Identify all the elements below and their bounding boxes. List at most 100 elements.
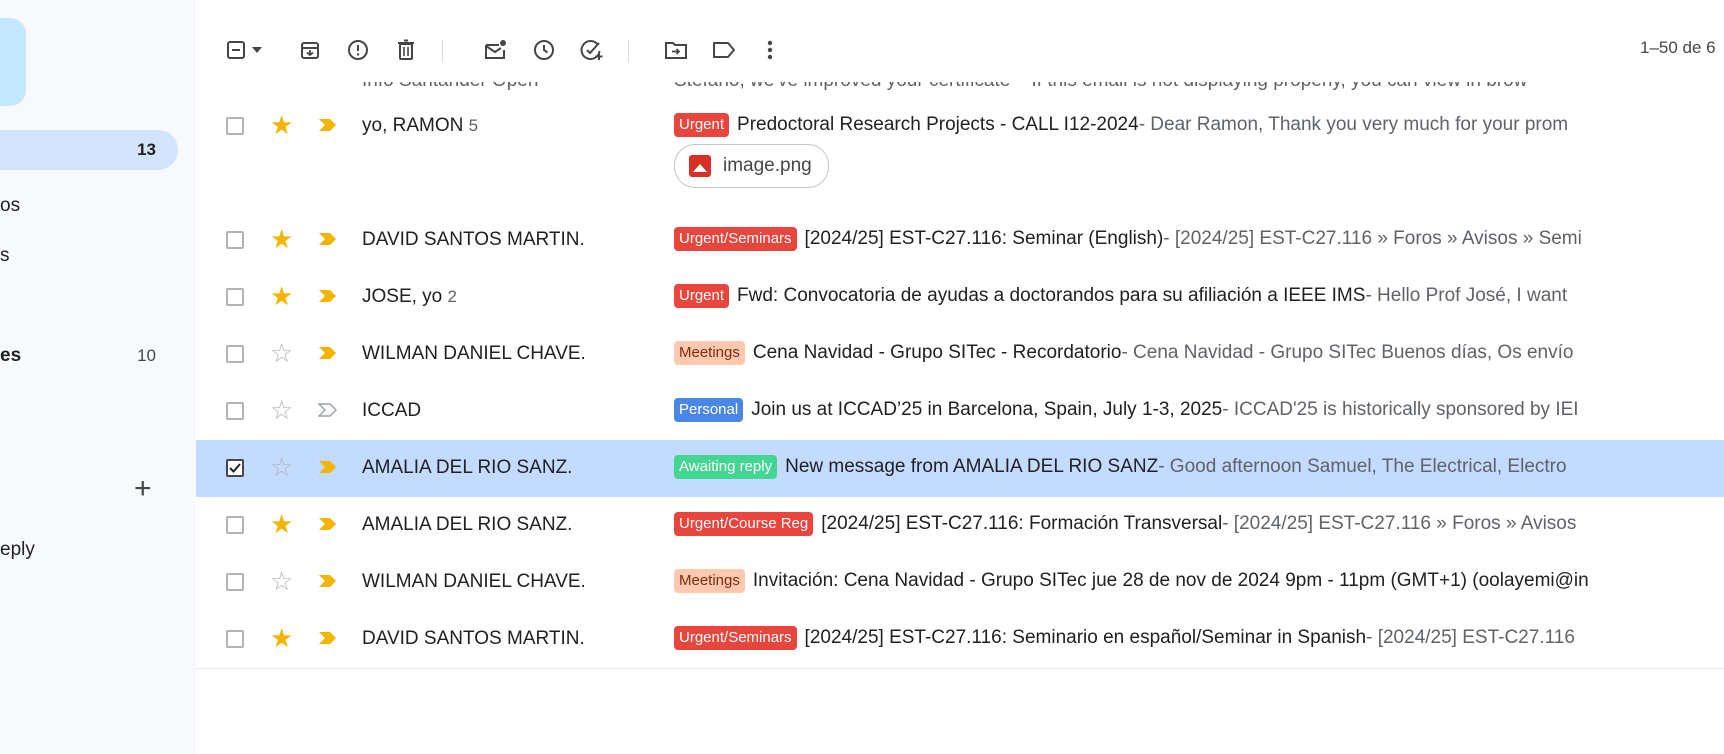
select-checkbox-icon[interactable] [222, 36, 250, 64]
label-chip[interactable]: Urgent/Seminars [674, 626, 797, 650]
sender-name: WILMAN DANIEL CHAVE. [362, 343, 586, 365]
row-checkbox[interactable] [226, 402, 244, 420]
report-spam-icon[interactable] [344, 36, 372, 64]
not-important-marker-icon[interactable] [317, 402, 338, 420]
table-row-partial[interactable]: Info Santander Open Stefano, we've impro… [196, 82, 1724, 99]
row-checkbox[interactable] [226, 630, 244, 648]
email-line: Urgent/Course Reg [2024/25] EST-C27.116: … [674, 512, 1576, 536]
label-chip[interactable]: Personal [674, 398, 744, 422]
sidebar-item-label: s [0, 245, 10, 266]
sidebar-item-drafts[interactable]: es 10 [0, 336, 178, 376]
sender-name: Info Santander Open [362, 82, 538, 92]
sender-name: DAVID SANTOS MARTIN. [362, 229, 585, 251]
important-marker-icon[interactable] [318, 630, 338, 648]
row-checkbox[interactable] [226, 117, 244, 135]
attachment-chip[interactable]: image.png [674, 144, 829, 188]
row-checkbox[interactable] [226, 288, 244, 306]
table-row[interactable]: ★ DAVID SANTOS MARTIN. Urgent/Seminars [202… [196, 611, 1724, 669]
star-filled-icon[interactable]: ★ [270, 112, 293, 138]
table-row[interactable]: ☆ WILMAN DANIEL CHAVE. Meetings Invitación:… [196, 554, 1724, 612]
mark-unread-icon[interactable] [482, 36, 510, 64]
email-snippet: - [2024/25] EST-C27.116 » Foros » Avisos [1222, 513, 1577, 534]
label-chip[interactable]: Urgent [674, 113, 730, 137]
toolbar: 1–50 de 6 [196, 18, 1724, 82]
important-marker-icon[interactable] [318, 231, 338, 249]
star-filled-icon[interactable]: ★ [270, 226, 293, 252]
sidebar-item-inbox[interactable]: 13 [0, 130, 178, 170]
important-marker-icon[interactable] [318, 459, 338, 477]
toolbar-divider [442, 40, 443, 62]
more-vert-icon[interactable] [756, 36, 784, 64]
email-subject: Cena Navidad - Grupo SITec - Recordatori… [752, 342, 1122, 363]
email-snippet: - Cena Navidad - Grupo SITec Buenos días… [1121, 342, 1574, 363]
email-line: Urgent/Seminars [2024/25] EST-C27.116: Se… [674, 626, 1575, 650]
email-subject: Join us at ICCAD’25 in Barcelona, Spain,… [751, 399, 1223, 420]
snooze-icon[interactable] [530, 36, 558, 64]
sender-label: DAVID SANTOS MARTIN. [362, 229, 585, 250]
star-outline-icon[interactable]: ☆ [270, 454, 293, 480]
star-outline-icon[interactable]: ☆ [270, 340, 293, 366]
label-chip[interactable]: Awaiting reply [674, 455, 778, 479]
sender-name: JOSE, yo 2 [362, 286, 457, 308]
thread-count: 2 [447, 287, 457, 306]
toolbar-divider [628, 40, 629, 62]
important-marker-icon[interactable] [318, 573, 338, 591]
sender-name: AMALIA DEL RIO SANZ. [362, 514, 572, 536]
sidebar-item-awaiting-reply[interactable]: eply [0, 530, 178, 570]
delete-icon[interactable] [392, 36, 420, 64]
row-checkbox[interactable] [226, 231, 244, 249]
email-subject: Invitación: Cena Navidad - Grupo SITec j… [752, 570, 1589, 591]
table-row[interactable]: ★ yo, RAMON 5 Urgent Predoctoral Research P… [196, 98, 1724, 213]
table-row[interactable]: ☆ WILMAN DANIEL CHAVE. Meetings Cena Navida… [196, 326, 1724, 384]
email-snippet: - [2024/25] EST-C27.116 [1366, 627, 1575, 648]
move-to-icon[interactable] [662, 36, 690, 64]
star-filled-icon[interactable]: ★ [270, 511, 293, 537]
label-chip[interactable]: Meetings [674, 569, 745, 593]
email-snippet: - Dear Ramon, Thank you very much for yo… [1138, 114, 1569, 135]
dropdown-arrow-icon[interactable] [248, 36, 266, 64]
attachment-name: image.png [723, 155, 812, 176]
sidebar-item-label: es [0, 345, 22, 366]
email-line: Meetings Invitación: Cena Navidad - Grupo… [674, 569, 1589, 593]
email-snippet: - Hello Prof José, I want [1365, 285, 1568, 306]
important-marker-icon[interactable] [318, 117, 338, 135]
important-marker-icon[interactable] [318, 516, 338, 534]
label-chip[interactable]: Meetings [674, 341, 745, 365]
table-row[interactable]: ★ JOSE, yo 2 Urgent Fwd: Convocatoria de ay… [196, 269, 1724, 327]
plus-icon[interactable]: + [134, 474, 152, 504]
label-chip[interactable]: Urgent/Seminars [674, 227, 797, 251]
compose-button[interactable] [0, 18, 26, 106]
email-line: Stefano, we've improved your certificate… [674, 82, 1527, 92]
sidebar-item-label: eply [0, 539, 35, 560]
table-row[interactable]: ☆ AMALIA DEL RIO SANZ. Awaiting reply New m… [196, 440, 1724, 498]
sidebar-item-snoozed[interactable]: s [0, 236, 178, 276]
email-subject: [2024/25] EST-C27.116: Seminar (English) [804, 228, 1164, 249]
star-filled-icon[interactable]: ★ [270, 625, 293, 651]
table-row[interactable]: ☆ ICCAD Personal Join us at ICCAD’25 in Bar… [196, 383, 1724, 441]
email-subject: [2024/25] EST-C27.116: Seminario en espa… [804, 627, 1367, 648]
row-checkbox[interactable] [226, 516, 244, 534]
image-file-icon [689, 155, 711, 177]
star-outline-icon[interactable]: ☆ [270, 568, 293, 594]
label-icon[interactable] [710, 36, 738, 64]
label-chip[interactable]: Urgent/Course Reg [674, 512, 814, 536]
sender-name: AMALIA DEL RIO SANZ. [362, 457, 572, 479]
row-checkbox[interactable] [226, 459, 244, 477]
star-outline-icon[interactable]: ☆ [270, 397, 293, 423]
sender-name: DAVID SANTOS MARTIN. [362, 628, 585, 650]
star-filled-icon[interactable]: ★ [270, 283, 293, 309]
row-checkbox[interactable] [226, 573, 244, 591]
sender-name: yo, RAMON 5 [362, 115, 478, 137]
archive-icon[interactable] [296, 36, 324, 64]
important-marker-icon[interactable] [318, 345, 338, 363]
sender-label: JOSE, yo [362, 286, 443, 307]
important-marker-icon[interactable] [318, 288, 338, 306]
table-row[interactable]: ★ DAVID SANTOS MARTIN. Urgent/Seminars [202… [196, 212, 1724, 270]
sidebar-item-starred[interactable]: os [0, 186, 178, 226]
table-row[interactable]: ★ AMALIA DEL RIO SANZ. Urgent/Course Reg [2… [196, 497, 1724, 555]
label-chip[interactable]: Urgent [674, 284, 730, 308]
sidebar-item-label: os [0, 195, 21, 216]
add-task-icon[interactable] [578, 36, 606, 64]
email-subject: Predoctoral Research Projects - CALL I12… [737, 114, 1139, 135]
row-checkbox[interactable] [226, 345, 244, 363]
